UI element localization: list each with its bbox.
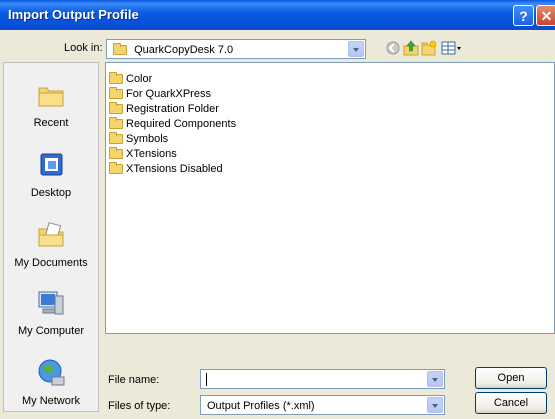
chevron-down-icon[interactable] [348,41,364,57]
place-my-computer-label: My Computer [17,325,85,337]
window-title: Import Output Profile [8,7,139,22]
list-item-label: XTensions [126,148,177,160]
desktop-icon [40,153,63,176]
view-menu-icon[interactable] [441,40,463,56]
folder-icon [109,117,123,130]
folder-icon [109,132,123,145]
file-type-label: Files of type: [108,400,171,412]
list-item[interactable]: Symbols [109,132,169,148]
close-button[interactable]: ✕ [536,5,555,26]
my-network-icon [38,359,65,386]
cancel-button[interactable]: Cancel [475,392,547,414]
title-bar[interactable]: Import Output Profile ? ✕ [0,0,555,30]
place-recent[interactable]: Recent [4,79,98,129]
place-my-network-label: My Network [21,395,81,407]
file-type-dropdown[interactable]: Output Profiles (*.xml) [200,395,445,415]
open-button[interactable]: Open [475,367,547,389]
file-type-value: Output Profiles (*.xml) [207,400,315,412]
folder-icon [109,72,123,85]
list-item-label: Registration Folder [126,103,219,115]
look-in-label: Look in: [64,42,103,54]
list-item-label: For QuarkXPress [126,88,211,100]
list-item[interactable]: Color [109,72,153,88]
place-my-documents-label: My Documents [14,257,88,269]
text-cursor [206,373,207,386]
file-name-field[interactable] [200,369,445,389]
folder-icon [109,147,123,160]
folder-icon [109,102,123,115]
list-item-label: Color [126,73,153,85]
places-bar: Recent Desktop My Documents My Computer [3,62,99,412]
help-button[interactable]: ? [513,5,534,26]
look-in-value: QuarkCopyDesk 7.0 [134,44,234,56]
chevron-down-icon[interactable] [427,397,443,413]
list-item[interactable]: Registration Folder [109,102,219,118]
chevron-down-icon[interactable] [427,371,443,387]
place-my-network[interactable]: My Network [4,357,98,407]
my-computer-icon [38,291,64,315]
list-item-label: Required Components [126,118,237,130]
list-item[interactable]: Required Components [109,117,237,133]
place-my-computer[interactable]: My Computer [4,287,98,337]
look-in-dropdown[interactable]: QuarkCopyDesk 7.0 [106,39,366,59]
list-item-label: Symbols [126,133,169,145]
list-item[interactable]: For QuarkXPress [109,87,211,103]
my-documents-icon [38,222,64,247]
place-desktop[interactable]: Desktop [4,149,98,199]
new-folder-icon[interactable] [421,40,437,56]
list-item[interactable]: XTensions [109,147,177,163]
folder-icon [109,162,123,175]
up-folder-icon[interactable] [403,40,419,56]
file-name-label: File name: [108,374,160,386]
list-item[interactable]: XTensions Disabled [109,162,223,178]
place-recent-label: Recent [33,117,69,129]
folder-icon [113,43,127,56]
place-my-documents[interactable]: My Documents [4,219,98,269]
recent-icon [38,87,64,107]
file-list[interactable]: Color For QuarkXPress Registration Folde… [105,62,555,334]
place-desktop-label: Desktop [30,187,72,199]
folder-icon [109,87,123,100]
back-icon[interactable] [385,40,401,56]
list-item-label: XTensions Disabled [126,163,223,175]
